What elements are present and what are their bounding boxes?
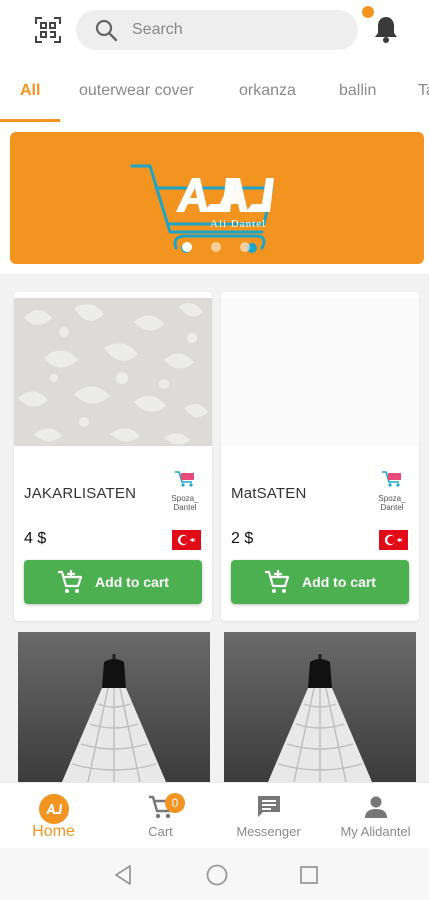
tab-orkanza[interactable]: orkanza	[239, 82, 296, 100]
nav-home[interactable]: Home	[0, 783, 107, 849]
add-to-cart-label: Add to cart	[95, 574, 169, 590]
turkey-flag-icon	[172, 530, 201, 550]
vendor-logo-icon	[175, 471, 194, 487]
home-circle-icon[interactable]	[205, 863, 229, 887]
nav-account[interactable]: My Alidantel	[322, 783, 429, 849]
product-price: 4 $	[24, 530, 47, 547]
nav-cart[interactable]: 0 Cart	[107, 783, 214, 849]
search-input[interactable]: Search	[76, 10, 358, 50]
carousel-dot[interactable]	[240, 242, 250, 252]
nav-account-label: My Alidantel	[340, 824, 411, 839]
notification-dot	[362, 6, 374, 18]
system-navigation-bar	[0, 848, 429, 900]
back-triangle-icon[interactable]	[112, 864, 134, 886]
vendor-badge[interactable]: Spoza_ Dantel	[168, 470, 202, 512]
product-price: 2 $	[231, 530, 254, 547]
nav-messenger[interactable]: Messenger	[215, 783, 322, 849]
product-card[interactable]: MatSATEN Spoza_ Dantel 2 $ Add to cart	[221, 292, 419, 621]
vendor-logo-icon	[382, 471, 401, 487]
category-tabs: All outerwear cover orkanza ballin Ta	[0, 70, 429, 122]
product-name[interactable]: MatSATEN	[231, 485, 307, 502]
vendor-name: Spoza_ Dantel	[171, 494, 199, 512]
bell-icon[interactable]	[372, 14, 400, 44]
tab-outerwear-cover[interactable]: outerwear cover	[79, 82, 194, 100]
add-to-cart-button[interactable]: Add to cart	[24, 560, 202, 604]
tab-all[interactable]: All	[20, 82, 40, 100]
turkey-flag-icon	[379, 530, 408, 550]
vendor-name: Spoza_ Dantel	[378, 494, 406, 512]
product-image[interactable]	[224, 632, 416, 782]
search-icon	[95, 19, 118, 42]
product-name[interactable]: JAKARLISATEN	[24, 485, 136, 502]
qr-scan-icon[interactable]	[34, 16, 62, 44]
carousel-dots	[0, 242, 429, 252]
add-cart-icon	[265, 570, 290, 593]
app-screen: Search All outerwear cover orkanza balli…	[0, 0, 429, 900]
search-placeholder: Search	[132, 21, 183, 38]
cart-count-badge: 0	[165, 793, 185, 813]
product-image[interactable]	[14, 298, 212, 446]
add-to-cart-button[interactable]: Add to cart	[231, 560, 409, 604]
product-image[interactable]	[18, 632, 210, 782]
banner-carousel: Ali Dantel	[0, 122, 429, 274]
carousel-dot[interactable]	[211, 242, 221, 252]
product-image[interactable]	[221, 298, 419, 446]
recents-square-icon[interactable]	[298, 864, 320, 886]
svg-text:Ali Dantel: Ali Dantel	[210, 218, 266, 230]
carousel-dot[interactable]	[182, 242, 192, 252]
home-logo-icon	[38, 793, 70, 825]
top-bar: Search All outerwear cover orkanza balli…	[0, 0, 429, 122]
nav-messenger-label: Messenger	[236, 824, 301, 839]
nav-home-label: Home	[32, 823, 75, 840]
vendor-badge[interactable]: Spoza_ Dantel	[375, 470, 409, 512]
person-icon	[362, 793, 390, 821]
add-to-cart-label: Add to cart	[302, 574, 376, 590]
product-card[interactable]: JAKARLISATEN Spoza_ Dantel 4 $ Add to ca…	[14, 292, 212, 621]
tab-partial[interactable]: Ta	[418, 82, 429, 100]
bottom-navigation: Home 0 Cart Messenger My Alidantel	[0, 782, 429, 848]
add-cart-icon	[58, 570, 83, 593]
nav-cart-label: Cart	[148, 824, 173, 839]
chat-icon	[255, 793, 283, 821]
tab-ballin[interactable]: ballin	[339, 82, 376, 100]
